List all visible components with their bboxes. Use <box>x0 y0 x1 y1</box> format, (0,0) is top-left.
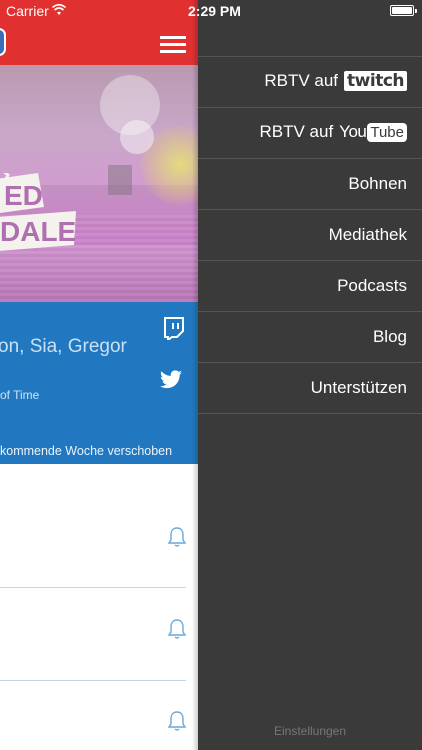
menu-item-label: Bohnen <box>348 174 407 193</box>
menu-item-label: Podcasts <box>337 276 407 295</box>
svg-text:DALE: DALE <box>0 216 76 247</box>
twitch-icon[interactable] <box>163 316 185 340</box>
menu-item-label: Unterstützen <box>310 378 407 397</box>
hamburger-menu-icon[interactable] <box>160 36 186 54</box>
svg-text:ED: ED <box>4 180 43 211</box>
menu-item-podcasts[interactable]: Podcasts <box>198 261 422 312</box>
episode-subtitle: of Time <box>0 388 40 402</box>
bell-icon[interactable] <box>167 618 187 640</box>
menu-item-rbtv-youtube[interactable]: RBTV auf You Tube <box>198 108 422 159</box>
menu-item-label: Mediathek <box>328 225 407 244</box>
schedule-list <box>0 464 198 750</box>
menu-item-unterstuetzen[interactable]: Unterstützen <box>198 363 422 414</box>
youtube-logo-icon: You Tube <box>339 122 407 142</box>
list-item[interactable] <box>0 464 198 588</box>
episode-note: kommende Woche verschoben <box>0 444 173 458</box>
menu-item-rbtv-twitch[interactable]: RBTV auf twitch <box>198 57 422 108</box>
settings-link[interactable]: Einstellungen <box>198 724 422 738</box>
twitter-icon[interactable] <box>159 370 183 390</box>
show-logo-art: ED DALE <box>0 173 76 251</box>
main-content-panel[interactable]: ED DALE on, Sia, Gregor of Time kommende… <box>0 0 198 750</box>
carrier-label: Carrier <box>6 3 49 19</box>
wifi-icon <box>52 4 66 15</box>
battery-icon <box>390 5 417 16</box>
menu-item-mediathek[interactable]: Mediathek <box>198 210 422 261</box>
app-logo-icon[interactable] <box>0 28 6 56</box>
bell-icon[interactable] <box>167 526 187 548</box>
menu-item-bohnen[interactable]: Bohnen <box>198 159 422 210</box>
menu-item-label: Blog <box>372 327 407 346</box>
list-item[interactable] <box>0 588 198 681</box>
episode-hosts: on, Sia, Gregor <box>0 336 127 357</box>
menu-item-blog[interactable]: Blog <box>198 312 422 363</box>
twitch-logo-icon: twitch <box>344 71 407 91</box>
status-time: 2:29 PM <box>188 3 241 19</box>
status-bar: Carrier 2:29 PM <box>0 0 422 22</box>
bell-icon[interactable] <box>167 710 187 732</box>
list-item[interactable] <box>0 680 198 750</box>
show-banner-image[interactable]: ED DALE <box>0 65 198 302</box>
